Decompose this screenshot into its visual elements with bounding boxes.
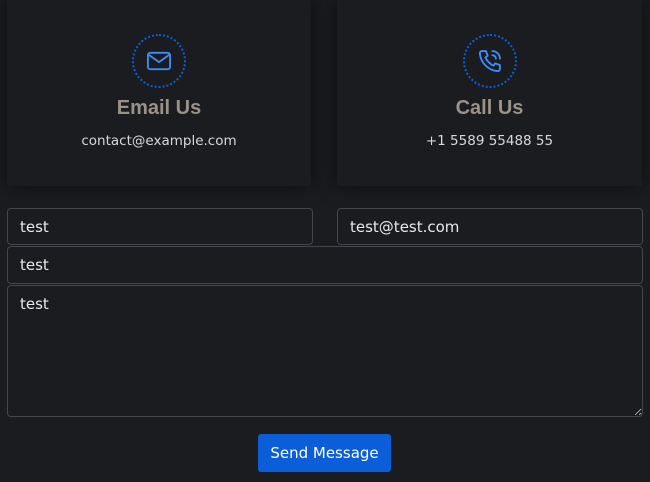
send-message-button[interactable]: Send Message	[258, 434, 391, 472]
call-card-title: Call Us	[455, 97, 524, 119]
email-icon-ring	[132, 34, 186, 88]
mail-icon	[146, 51, 172, 71]
email-info-card: Email Us contact@example.com	[7, 0, 311, 186]
call-info-card: Call Us +1 5589 55488 55	[337, 0, 642, 186]
phone-icon	[478, 50, 501, 73]
name-input[interactable]	[7, 208, 313, 245]
message-textarea[interactable]: test	[7, 285, 643, 417]
contact-section: Email Us contact@example.com Call Us +1 …	[0, 0, 650, 482]
call-icon-ring	[462, 34, 517, 88]
phone-number: +1 5589 55488 55	[425, 133, 554, 149]
email-input[interactable]	[337, 208, 643, 245]
subject-input[interactable]	[7, 246, 643, 284]
email-address: contact@example.com	[81, 133, 237, 149]
email-card-title: Email Us	[116, 97, 202, 119]
